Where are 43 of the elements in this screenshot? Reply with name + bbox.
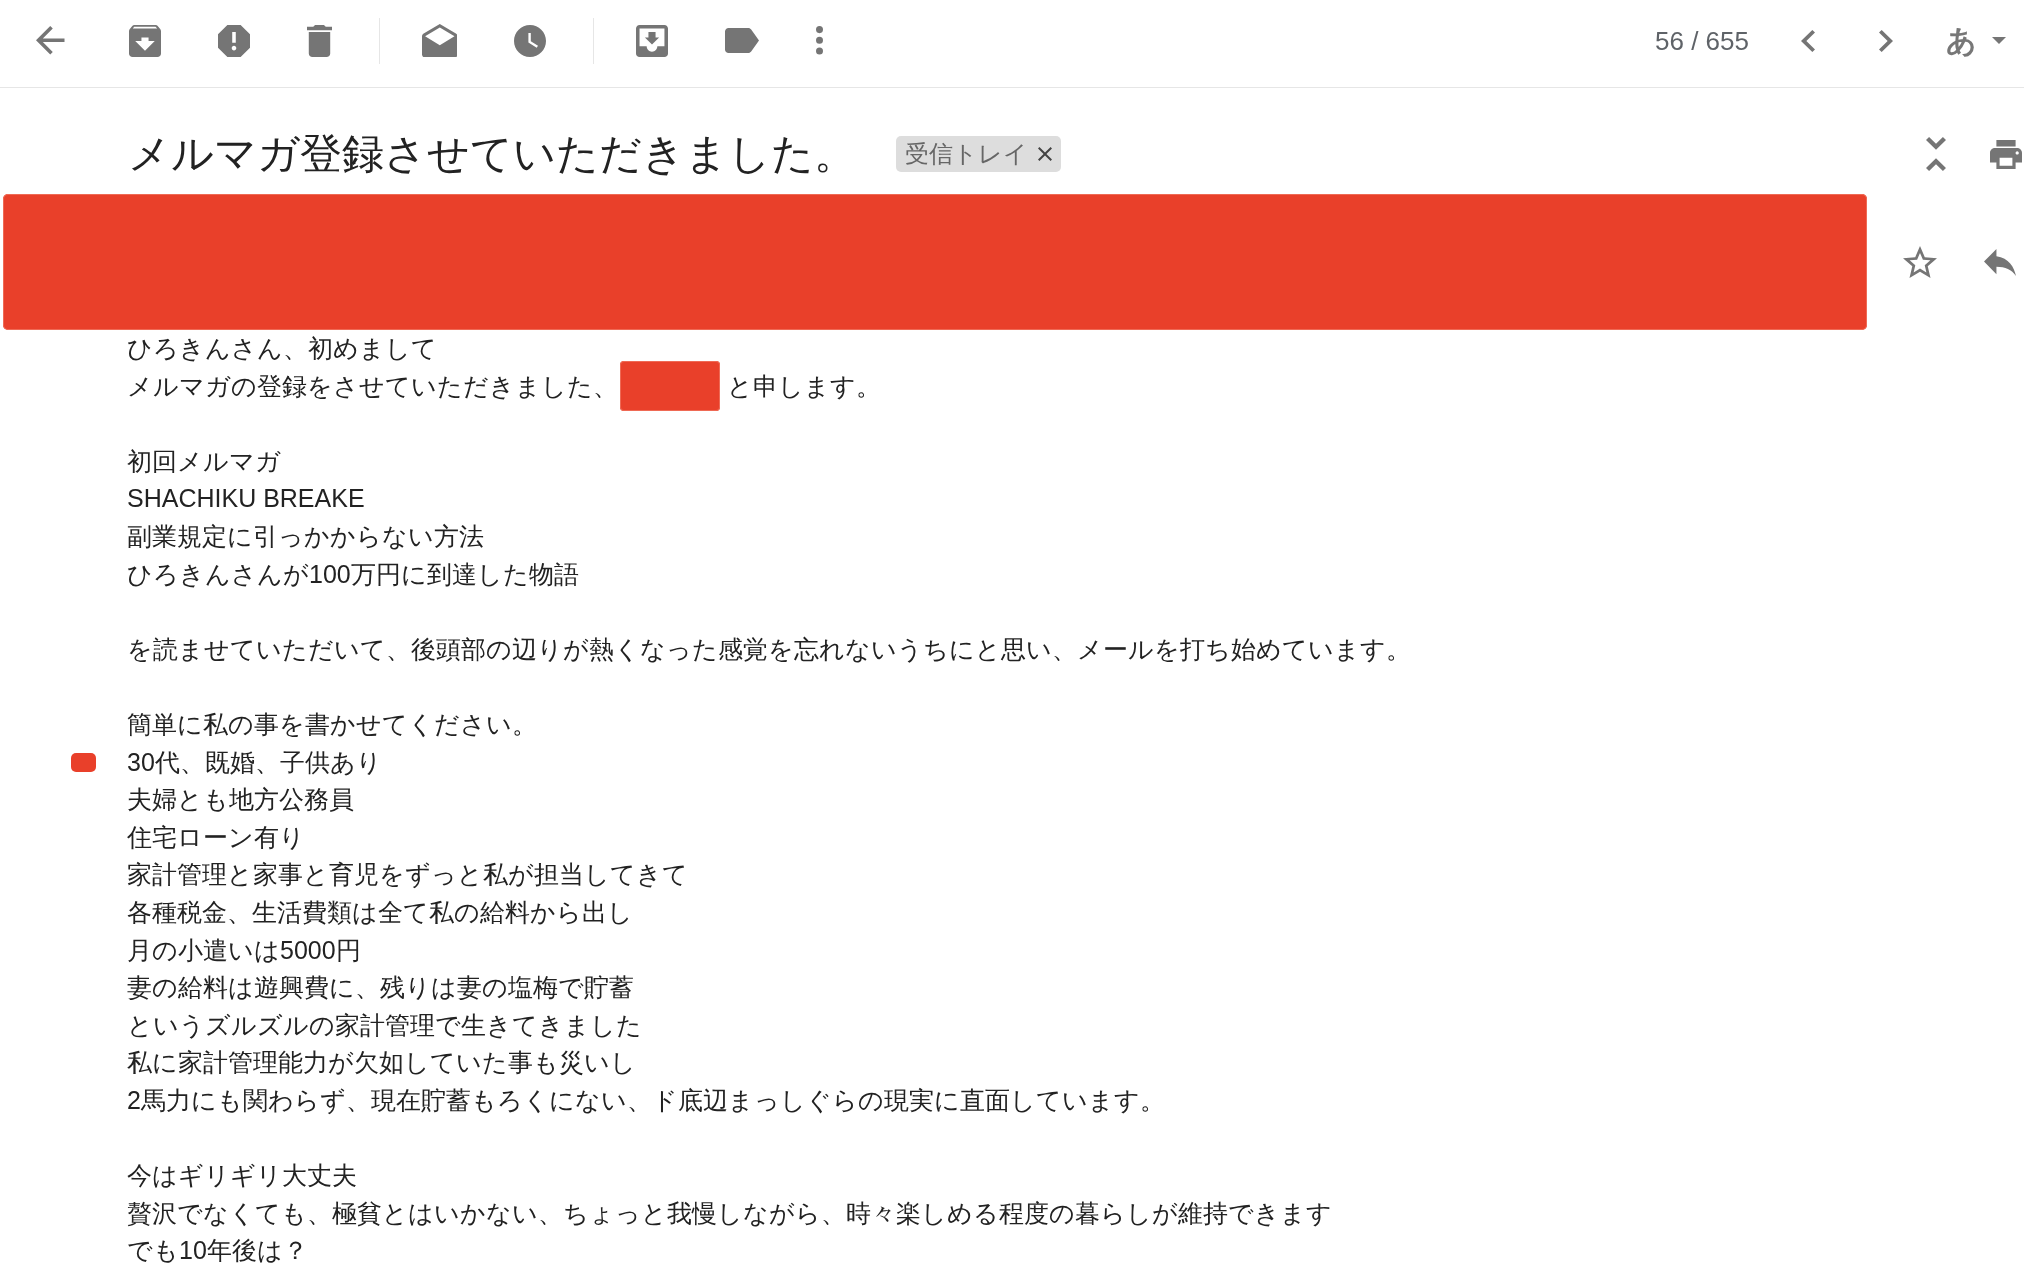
body-text-line: 副業規定に引っかからない方法 xyxy=(127,520,484,552)
body-text-line: 各種税金、生活費類は全て私の給料から出し xyxy=(127,896,633,928)
body-text-line: 私に家計管理能力が欠如していた事も災いし xyxy=(127,1047,636,1079)
envelope-icon[interactable] xyxy=(421,23,458,58)
body-text-line: というズルズルの家計管理で生きてきました xyxy=(127,1009,642,1041)
label-text: 受信トレイ xyxy=(905,139,1028,169)
chevron-left-icon[interactable] xyxy=(1801,29,1815,52)
reply-icon[interactable] xyxy=(1984,248,2016,276)
body-text-line: でも10年後は？ xyxy=(127,1235,308,1267)
printer-icon[interactable] xyxy=(1990,139,2022,169)
body-text-line: 家計管理と家事と育児をずっと私が担当してきて xyxy=(127,859,688,891)
chevron-right-icon[interactable] xyxy=(1879,29,1893,52)
more-icon[interactable] xyxy=(816,26,824,55)
caret-down-icon xyxy=(1992,37,2006,44)
message-counter: 56 / 655 xyxy=(1655,24,1749,57)
body-text-line: SHACHIKU BREAKE xyxy=(127,483,365,515)
body-text-line: ひろきんさん、初めまして xyxy=(127,333,437,364)
body-text-line: 月の小遣いは5000円 xyxy=(127,934,361,966)
body-text-line: 初回メルマガ xyxy=(127,445,281,477)
close-icon[interactable] xyxy=(1038,147,1052,161)
arrow-left-icon[interactable] xyxy=(36,26,65,55)
body-text-line: 住宅ローン有り xyxy=(127,821,305,853)
archive-box-icon[interactable] xyxy=(128,24,161,57)
body-text-line: 贅沢でなくても、極貧とはいかない、ちょっと我慢しながら、時々楽しめる程度の暮らしが維持できます xyxy=(127,1197,1332,1229)
tag-icon[interactable] xyxy=(725,28,760,53)
body-text-line: を読ませていただいて、後頭部の辺りが熱くなった感覚を忘れないうちにと思い、メールを打ち始めています。 xyxy=(127,633,1411,665)
body-text-line: 今はギリギリ大丈夫 xyxy=(127,1160,357,1192)
star-icon[interactable] xyxy=(1903,246,1937,278)
clock-icon[interactable] xyxy=(514,24,547,57)
body-text-line: と申します。 xyxy=(727,370,881,402)
subject-title: メルマガ登録させていただきました。 xyxy=(128,129,856,179)
body-text-line: 2馬力にも関わらず、現在貯蓄もろくにない、ド底辺まっしぐらの現実に直面しています。 xyxy=(127,1084,1165,1116)
input-method-button[interactable]: あ xyxy=(1946,22,2006,59)
body-text-line: 夫婦とも地方公務員 xyxy=(127,784,354,816)
body-text-line: 30代、既婚、子供あり xyxy=(127,746,382,778)
body-text-line: 簡単に私の事を書かせてください。 xyxy=(127,708,537,740)
body-text-line: 妻の給料は遊興費に、残りは妻の塩梅で貯蓄 xyxy=(127,972,634,1004)
collapse-icon[interactable] xyxy=(1926,137,1946,171)
body-text-line: メルマガの登録をさせていただきました、 xyxy=(127,370,618,402)
trash-icon[interactable] xyxy=(306,24,332,57)
exclamation-octagon-icon[interactable] xyxy=(217,24,250,57)
body-text-line: ひろきんさんが100万円に到達した物語 xyxy=(127,558,579,590)
tray-arrow-icon[interactable] xyxy=(636,24,669,57)
